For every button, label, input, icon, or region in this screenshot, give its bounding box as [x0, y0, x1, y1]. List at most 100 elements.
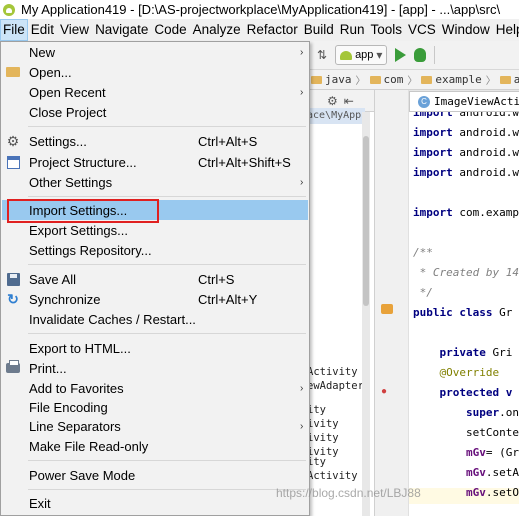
menu-edit[interactable]: Edit — [28, 19, 57, 41]
override-marker-icon[interactable]: ● — [381, 386, 387, 397]
breadcrumb-item-java[interactable]: java — [311, 73, 352, 86]
gear-icon[interactable]: ⚙ — [327, 94, 338, 108]
menu-bar: File Edit View Navigate Code Analyze Ref… — [0, 19, 519, 41]
menu-item-label: Add to Favorites — [29, 380, 124, 396]
code-line: import android.w — [413, 166, 519, 179]
folder-icon — [369, 75, 381, 84]
code-line: protected v — [439, 386, 513, 399]
tree-item[interactable]: ewAdapter — [307, 380, 364, 392]
class-marker-icon[interactable] — [381, 304, 393, 314]
save-icon — [5, 271, 21, 287]
code-line: import com.examp — [413, 206, 519, 219]
menu-separator — [28, 126, 306, 127]
menu-item-save-all[interactable]: Save All Ctrl+S — [2, 269, 308, 289]
code-line: setConten — [413, 426, 519, 439]
folder-icon — [311, 75, 322, 84]
menu-code[interactable]: Code — [151, 19, 189, 41]
tree-item[interactable]: Activity — [307, 366, 358, 378]
folder-icon — [421, 75, 433, 84]
breadcrumb-separator-icon: 〉 — [485, 76, 496, 87]
menu-file[interactable]: File — [0, 19, 28, 41]
code-line: mGv= (Gr — [465, 446, 519, 459]
menu-item-close-project[interactable]: Close Project — [2, 102, 308, 122]
run-configuration-select[interactable]: app ▾ — [335, 45, 388, 65]
menu-item-label: Other Settings — [29, 174, 113, 190]
menu-item-settings-repository[interactable]: Settings Repository... — [2, 240, 308, 260]
make-project-icon[interactable]: ⇅ — [317, 48, 327, 62]
scrollbar-thumb[interactable] — [363, 136, 369, 306]
menu-item-project-structure[interactable]: Project Structure... Ctrl+Alt+Shift+S — [2, 152, 308, 172]
menu-tools[interactable]: Tools — [368, 19, 406, 41]
folder-icon — [499, 75, 511, 84]
menu-item-export-settings[interactable]: Export Settings... — [2, 220, 308, 240]
breadcrumb-item-com[interactable]: com — [369, 73, 403, 86]
menu-item-open[interactable]: Open... — [2, 62, 308, 82]
menu-item-add-to-favorites[interactable]: Add to Favorites › — [2, 378, 308, 398]
project-scrollbar[interactable] — [362, 112, 370, 516]
menu-item-line-separators[interactable]: Line Separators › — [2, 416, 308, 436]
breadcrumb-item-example[interactable]: example — [421, 73, 482, 86]
tab-imageviewactivity[interactable]: C ImageViewActivity.j — [409, 91, 519, 111]
submenu-arrow-icon: › — [300, 382, 304, 394]
menu-item-new[interactable]: New › — [2, 42, 308, 62]
menu-refactor[interactable]: Refactor — [244, 19, 301, 41]
menu-item-make-file-read-only[interactable]: Make File Read-only — [2, 436, 308, 456]
menu-item-label: File Encoding — [29, 399, 108, 415]
code-line: @Override — [439, 366, 500, 379]
code-editor[interactable]: import android.w import android.w import… — [409, 112, 519, 516]
submenu-arrow-icon: › — [300, 46, 304, 58]
menu-view[interactable]: View — [57, 19, 92, 41]
breadcrumb-label: example — [435, 73, 482, 86]
debug-icon[interactable] — [414, 48, 427, 62]
menu-build[interactable]: Build — [301, 19, 337, 41]
class-icon: C — [418, 95, 430, 108]
menu-item-export-to-html[interactable]: Export to HTML... — [2, 338, 308, 358]
menu-vcs[interactable]: VCS — [405, 19, 439, 41]
menu-help[interactable]: Help — [493, 19, 519, 41]
main-toolbar: ⇅ app ▾ — [305, 41, 519, 70]
breadcrumb-separator-icon: 〉 — [355, 76, 366, 87]
menu-item-print[interactable]: Print... — [2, 358, 308, 378]
menu-separator — [28, 264, 306, 265]
menu-separator — [28, 460, 306, 461]
menu-item-open-recent[interactable]: Open Recent › — [2, 82, 308, 102]
menu-separator — [28, 196, 306, 197]
menu-item-label: Settings... — [29, 133, 87, 149]
menu-navigate[interactable]: Navigate — [92, 19, 151, 41]
menu-item-settings[interactable]: ⚙ Settings... Ctrl+Alt+S — [2, 131, 308, 151]
menu-item-label: New — [29, 44, 56, 60]
menu-item-label: Export Settings... — [29, 222, 128, 238]
editor-tab-bar: C ImageViewActivity.j — [409, 90, 519, 112]
menu-run[interactable]: Run — [337, 19, 368, 41]
hide-icon[interactable]: ⇤ — [344, 94, 354, 108]
code-line: */ — [413, 286, 433, 299]
breadcrumb-item-package[interactable]: a — [499, 73, 519, 86]
menu-item-shortcut: Ctrl+Alt+Shift+S — [198, 154, 291, 170]
menu-item-file-encoding[interactable]: File Encoding — [2, 397, 308, 417]
run-icon[interactable] — [395, 48, 407, 62]
menu-item-label: Exit — [29, 495, 51, 511]
menu-item-other-settings[interactable]: Other Settings › — [2, 172, 308, 192]
menu-item-invalidate-caches[interactable]: Invalidate Caches / Restart... — [2, 309, 308, 329]
tree-item[interactable]: ivity — [307, 418, 339, 430]
breadcrumb-separator-icon: 〉 — [407, 76, 418, 87]
submenu-arrow-icon: › — [300, 176, 304, 188]
editor-tab-label: ImageViewActivity.j — [434, 95, 519, 108]
menu-item-synchronize[interactable]: ↻ Synchronize Ctrl+Alt+Y — [2, 289, 308, 309]
menu-item-power-save-mode[interactable]: Power Save Mode — [2, 465, 308, 485]
menu-window[interactable]: Window — [439, 19, 493, 41]
watermark: https://blog.csdn.net/LBJ88 — [276, 486, 421, 500]
tree-item[interactable]: Activity — [307, 470, 358, 482]
window-title-bar: My Application419 - [D:\AS-projectworkpl… — [0, 0, 519, 19]
menu-analyze[interactable]: Analyze — [190, 19, 244, 41]
editor-gutter: ● — [375, 90, 409, 516]
project-path-fragment: ace\MyApp — [305, 108, 365, 124]
code-line: import android.w — [413, 112, 519, 119]
menu-item-exit[interactable]: Exit — [2, 493, 308, 513]
menu-item-label: Print... — [29, 360, 67, 376]
file-menu-dropdown: New › Open... Open Recent › Close Projec… — [0, 41, 310, 516]
tree-item[interactable]: ivity — [307, 432, 339, 444]
print-icon — [5, 360, 21, 376]
code-line: * Created by 14 — [413, 266, 519, 279]
menu-item-import-settings[interactable]: Import Settings... — [2, 200, 308, 220]
